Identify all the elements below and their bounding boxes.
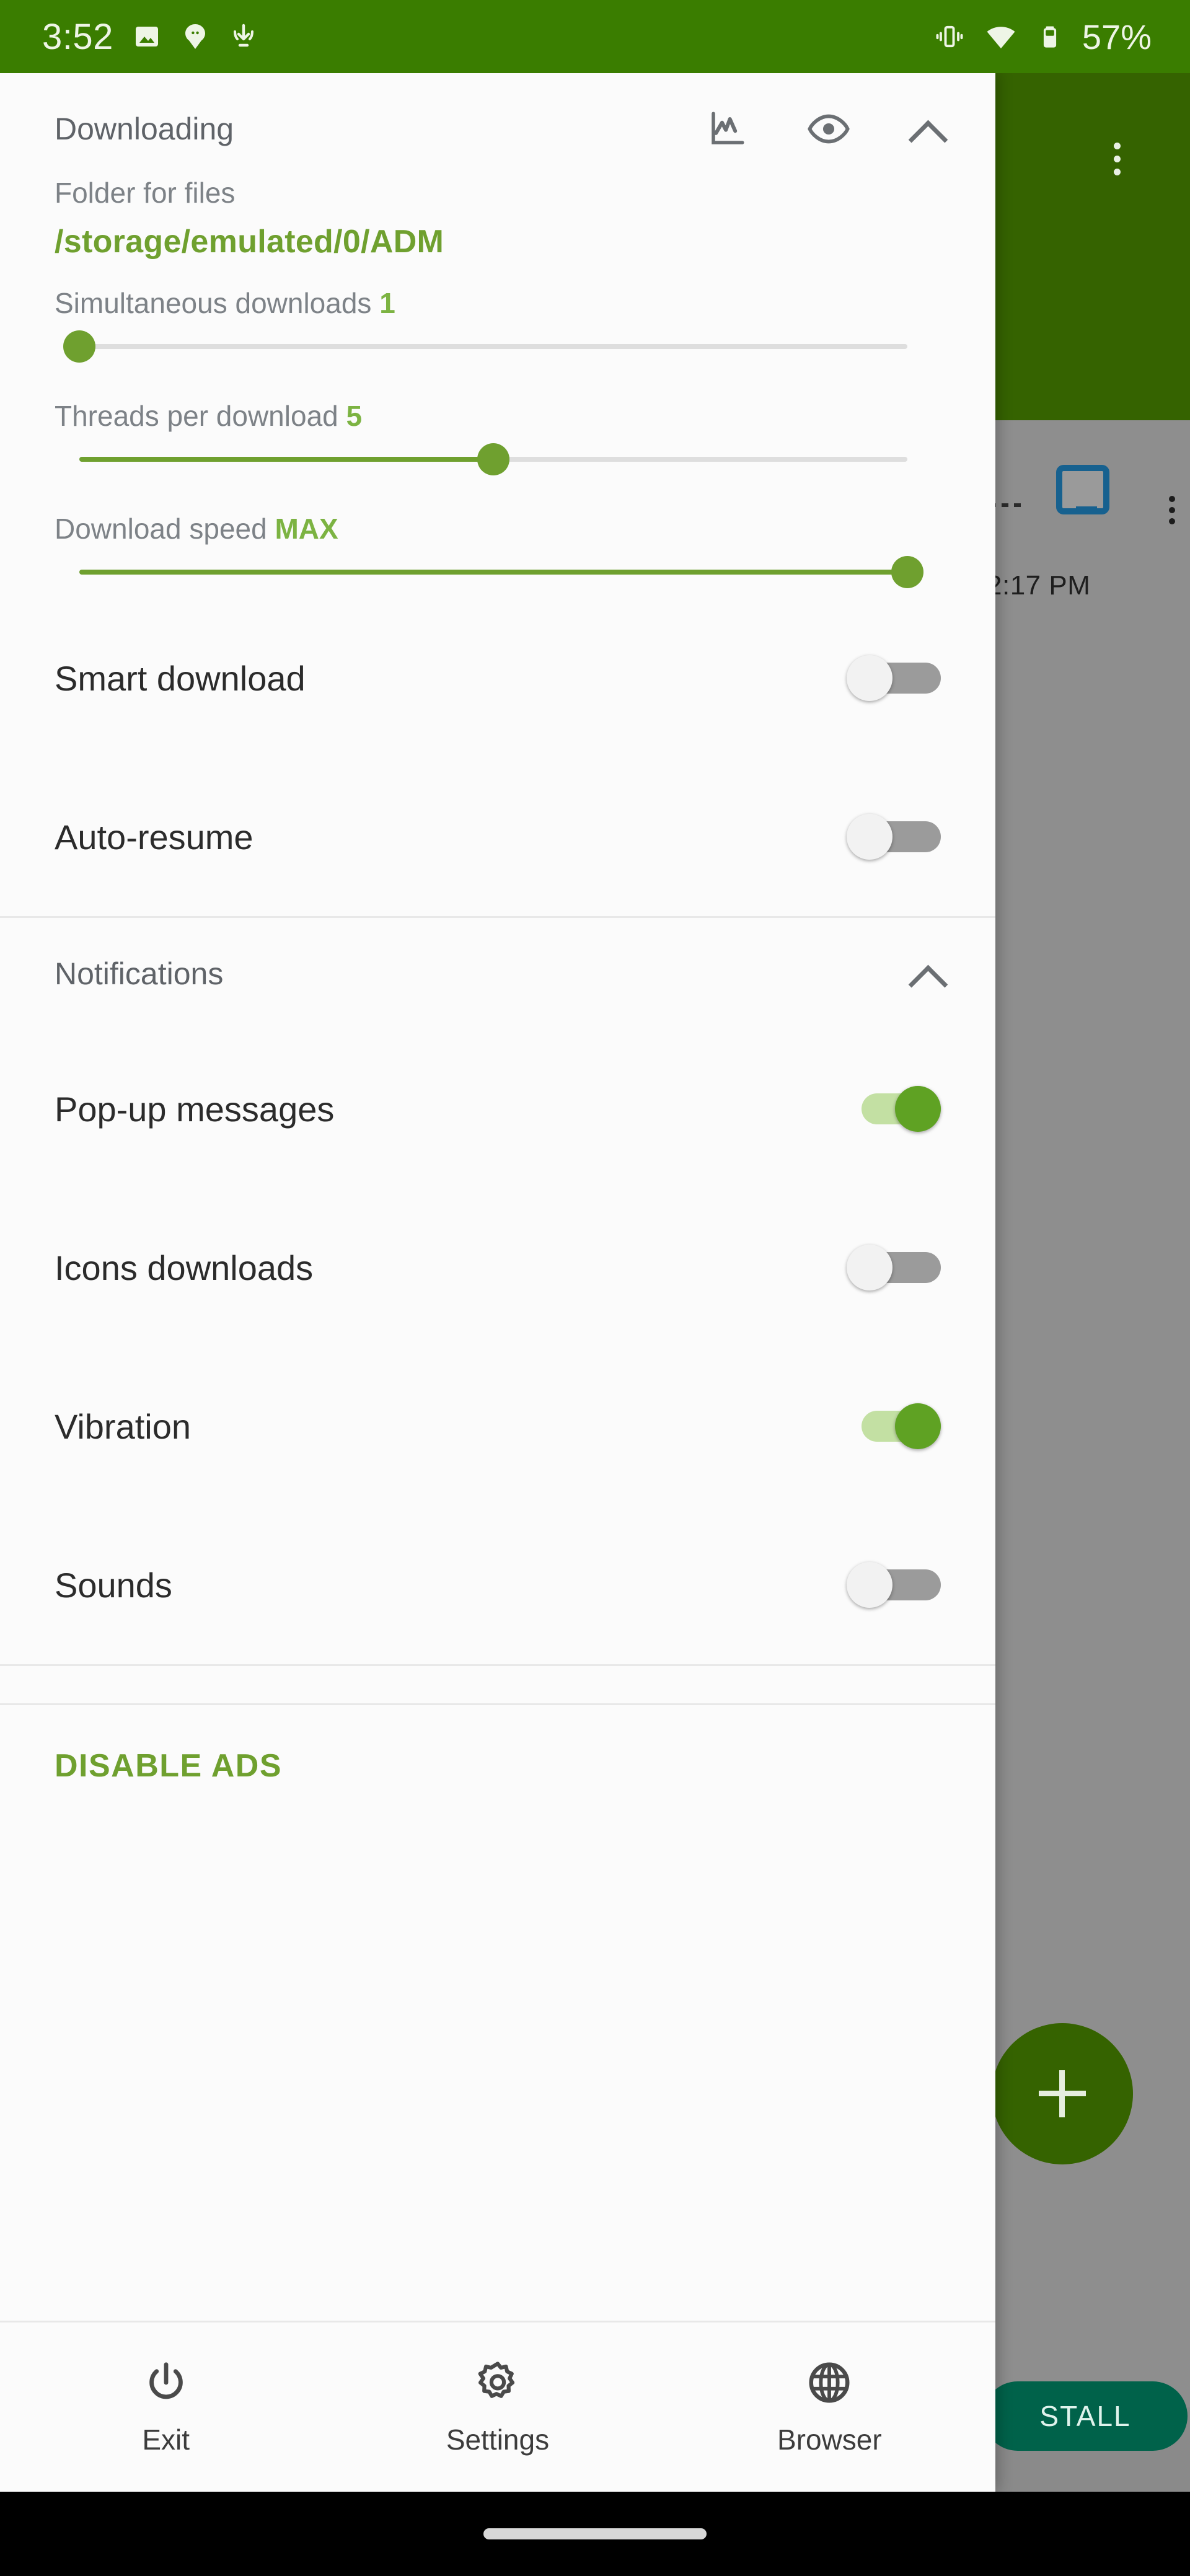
simultaneous-downloads-block: Simultaneous downloads 1: [0, 286, 995, 373]
chevron-up-icon[interactable]: [910, 112, 943, 146]
download-speed-slider[interactable]: [79, 545, 923, 599]
auto-resume-toggle[interactable]: [847, 814, 941, 860]
vibration-toggle[interactable]: [847, 1403, 941, 1449]
toggle-thumb: [847, 655, 892, 701]
status-bar-left: 3:52: [42, 16, 258, 58]
chat-bubble-icon: [185, 24, 205, 49]
disable-ads-row[interactable]: DISABLE ADS: [0, 1705, 995, 1827]
threads-per-download-label: Threads per download 5: [55, 399, 941, 433]
add-download-fab[interactable]: [992, 2023, 1133, 2164]
wifi-icon: [987, 27, 1015, 49]
toggle-thumb: [847, 1245, 892, 1290]
battery-icon: [1043, 26, 1056, 48]
auto-resume-row[interactable]: Auto-resume: [0, 757, 995, 916]
folder-label: Folder for files: [55, 177, 236, 209]
downloading-section-header[interactable]: Downloading: [0, 73, 995, 185]
simultaneous-downloads-label-text: Simultaneous downloads: [55, 287, 372, 319]
downloading-section-actions: [707, 107, 943, 151]
nav-item-settings-label: Settings: [446, 2423, 550, 2456]
simultaneous-downloads-slider[interactable]: [63, 320, 907, 373]
chevron-up-icon[interactable]: [910, 957, 943, 990]
download-speed-value: MAX: [275, 513, 338, 545]
drawer-bottom-nav: Exit Settings Browser: [0, 2321, 995, 2492]
simultaneous-downloads-value: 1: [379, 287, 395, 319]
notifications-section-header[interactable]: Notifications: [0, 918, 995, 1030]
folder-path-value: /storage/emulated/0/ADM: [55, 224, 444, 260]
nav-item-exit[interactable]: Exit: [0, 2358, 332, 2456]
notifications-section-title: Notifications: [55, 956, 224, 991]
globe-icon: [809, 2362, 850, 2402]
notifications-section-actions: [910, 957, 943, 990]
toggle-thumb: [847, 1562, 892, 1608]
nav-item-browser-label: Browser: [777, 2423, 882, 2456]
chart-line-icon[interactable]: [707, 108, 747, 149]
smart-download-row[interactable]: Smart download: [0, 599, 995, 757]
image-icon: [135, 27, 158, 46]
threads-per-download-label-text: Threads per download: [55, 400, 338, 432]
popup-messages-row[interactable]: Pop-up messages: [0, 1030, 995, 1188]
slider-rail: [79, 344, 907, 349]
status-bar-right: 57%: [933, 17, 1152, 57]
disable-ads-label: DISABLE ADS: [55, 1748, 283, 1784]
icons-downloads-row[interactable]: Icons downloads: [0, 1188, 995, 1347]
threads-per-download-value: 5: [346, 400, 363, 432]
home-gesture-pill[interactable]: [483, 2528, 707, 2539]
row-kebab-menu-icon[interactable]: [1169, 496, 1175, 524]
icons-downloads-toggle[interactable]: [847, 1245, 941, 1290]
vibration-label: Vibration: [55, 1406, 192, 1446]
nav-item-exit-label: Exit: [142, 2423, 190, 2456]
nav-item-settings[interactable]: Settings: [332, 2358, 663, 2456]
simultaneous-downloads-label: Simultaneous downloads 1: [55, 286, 941, 320]
settings-drawer: Downloading Folder for files /storage/em…: [0, 73, 995, 2492]
downloading-section-title: Downloading: [55, 112, 234, 146]
smart-download-toggle[interactable]: [847, 655, 941, 701]
threads-per-download-slider[interactable]: [79, 433, 907, 486]
power-icon: [149, 2362, 183, 2399]
popup-messages-toggle[interactable]: [847, 1086, 941, 1132]
folder-for-files-block[interactable]: Folder for files /storage/emulated/0/ADM: [0, 176, 995, 260]
popup-messages-label: Pop-up messages: [55, 1089, 335, 1129]
slider-thumb[interactable]: [477, 443, 509, 475]
download-speed-label-text: Download speed: [55, 513, 267, 545]
eye-icon[interactable]: [807, 107, 850, 151]
battery-percentage: 57%: [1082, 17, 1152, 56]
smart-download-label: Smart download: [55, 658, 306, 698]
nav-item-browser[interactable]: Browser: [664, 2358, 995, 2456]
threads-per-download-block: Threads per download 5: [0, 399, 995, 486]
sounds-label: Sounds: [55, 1565, 172, 1605]
slider-fill: [79, 570, 907, 575]
toggle-thumb: [895, 1403, 941, 1449]
install-button[interactable]: STALL: [983, 2381, 1188, 2451]
download-speed-block: Download speed MAX: [0, 512, 995, 599]
download-arrow-icon: [233, 24, 253, 47]
auto-resume-label: Auto-resume: [55, 817, 253, 857]
slider-thumb[interactable]: [63, 330, 95, 363]
vibrate-icon: [936, 25, 963, 48]
slider-fill: [79, 457, 493, 462]
background-time-label: 2:17 PM: [987, 570, 1091, 601]
status-bar: 3:52 57%: [0, 0, 1190, 73]
toggle-thumb: [895, 1086, 941, 1132]
system-gesture-bar: [0, 2492, 1190, 2576]
status-bar-clock: 3:52: [42, 16, 113, 57]
plus-icon: [1039, 2070, 1086, 2117]
kebab-menu-icon[interactable]: [1114, 143, 1121, 175]
sounds-row[interactable]: Sounds: [0, 1506, 995, 1664]
gear-icon: [478, 2361, 515, 2398]
toggle-thumb: [847, 814, 892, 860]
slider-thumb[interactable]: [891, 556, 923, 588]
icons-downloads-label: Icons downloads: [55, 1248, 314, 1287]
phone-screen: 2:17 PM STALL 3:52 57% Downloading Folde…: [0, 0, 1190, 2576]
vibration-row[interactable]: Vibration: [0, 1347, 995, 1506]
tablet-icon: [1056, 465, 1109, 514]
download-speed-label: Download speed MAX: [55, 512, 941, 545]
sounds-toggle[interactable]: [847, 1562, 941, 1608]
